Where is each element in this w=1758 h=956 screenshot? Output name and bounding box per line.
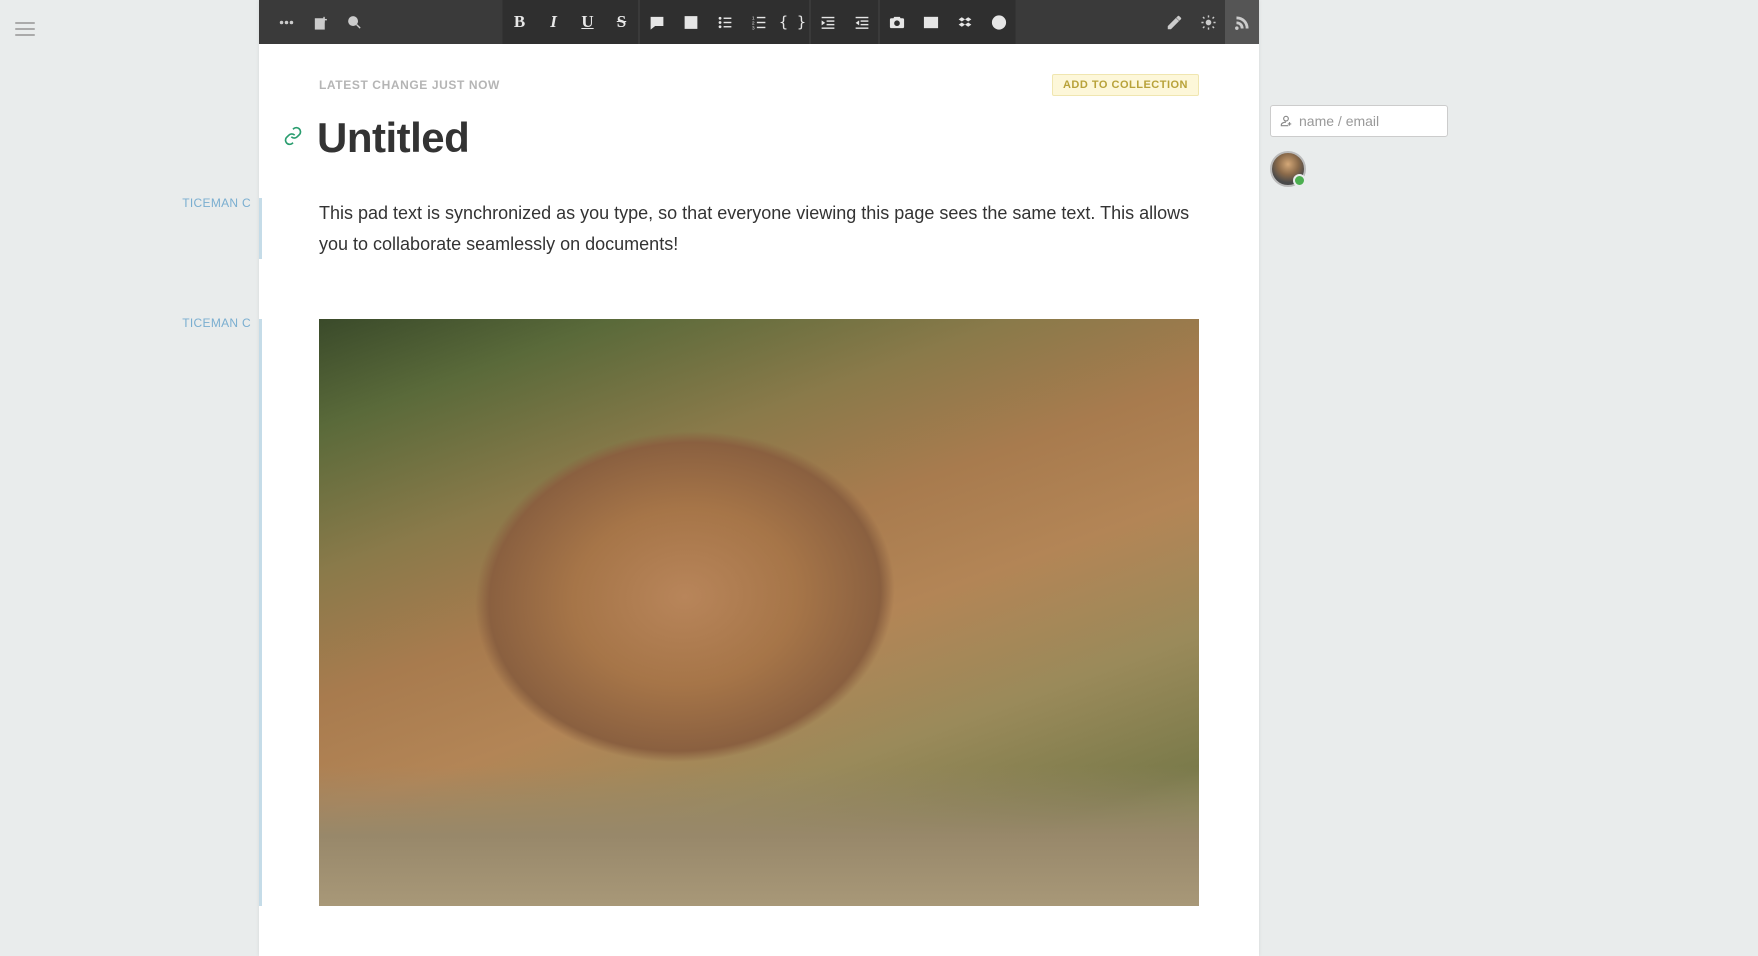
edit-mode-button[interactable] [1157,0,1191,44]
last-change-label: LATEST CHANGE JUST NOW [319,78,500,92]
invite-input-wrap[interactable] [1270,105,1448,137]
bullet-list-button[interactable] [708,0,742,44]
underline-button[interactable]: U [571,0,605,44]
link-icon[interactable] [283,126,303,151]
author-tag: TICEMAN C [182,316,251,330]
document-body[interactable]: This pad text is synchronized as you typ… [259,198,1199,259]
strikethrough-button[interactable]: S [605,0,639,44]
indent-button[interactable] [811,0,845,44]
italic-button[interactable]: I [537,0,571,44]
author-tag: TICEMAN C [182,196,251,210]
document-content[interactable]: LATEST CHANGE JUST NOW ADD TO COLLECTION… [259,44,1259,936]
pad-container: B I U S 123 { } [259,0,1259,956]
invite-input[interactable] [1299,113,1439,129]
new-pad-button[interactable] [303,0,337,44]
outdent-button[interactable] [845,0,879,44]
document-title[interactable]: Untitled [317,114,469,162]
comment-button[interactable] [640,0,674,44]
collaborators-panel [1270,105,1450,187]
user-avatar[interactable] [1270,151,1306,187]
author-column: TICEMAN C TICEMAN C [0,0,259,956]
task-list-button[interactable] [674,0,708,44]
bold-button[interactable]: B [503,0,537,44]
numbered-list-button[interactable]: 123 [742,0,776,44]
feed-button[interactable] [1225,0,1259,44]
svg-text:2: 2 [751,20,754,26]
svg-text:3: 3 [751,25,754,30]
add-to-collection-button[interactable]: ADD TO COLLECTION [1052,74,1199,96]
insert-table-button[interactable] [914,0,948,44]
svg-text:1: 1 [751,15,754,21]
code-block-button[interactable]: { } [776,0,810,44]
insert-image-button[interactable] [880,0,914,44]
settings-button[interactable] [1191,0,1225,44]
dropbox-button[interactable] [948,0,982,44]
clear-formatting-button[interactable] [982,0,1016,44]
search-button[interactable] [337,0,371,44]
add-user-icon [1279,114,1293,128]
toolbar: B I U S 123 { } [259,0,1259,44]
more-menu-button[interactable] [269,0,303,44]
embedded-image[interactable] [319,319,1199,906]
